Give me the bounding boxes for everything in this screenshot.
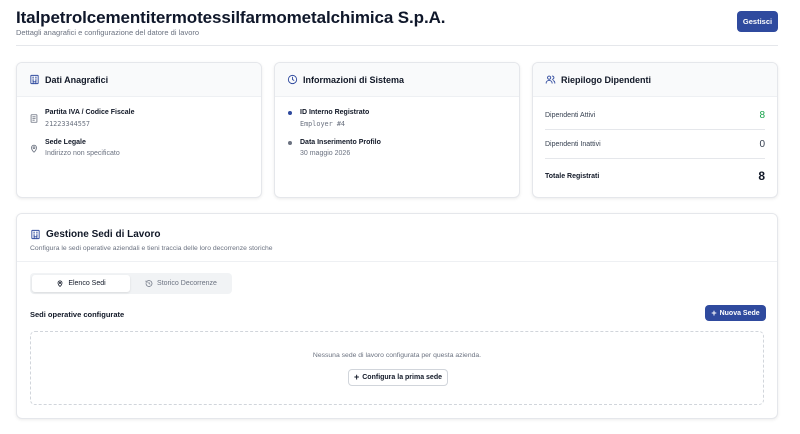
date-label: Data Inserimento Profilo [300, 139, 381, 146]
users-icon [545, 74, 556, 85]
configure-first-sede-button[interactable]: + Configura la prima sede [348, 369, 448, 386]
page-subtitle: Dettagli anagrafici e configurazione del… [16, 28, 200, 37]
tab-label: Storico Decorrenze [157, 280, 217, 287]
building-icon [29, 74, 40, 85]
card-gestione-sedi: Gestione Sedi di Lavoro Configura le sed… [16, 213, 778, 419]
clock-icon [287, 74, 298, 85]
map-pin-icon [29, 139, 39, 157]
configure-first-label: Configura la prima sede [362, 374, 442, 381]
active-value: 8 [759, 110, 765, 121]
manage-button[interactable]: Gestisci [737, 11, 778, 32]
id-row: ID Interno Registrato Employer #4 [287, 109, 369, 128]
card-riepilogo-dipendenti: Riepilogo Dipendenti Dipendenti Attivi 8… [532, 62, 778, 198]
card-dati-anagrafici: Dati Anagrafici Partita IVA / Codice Fis… [16, 62, 262, 198]
plus-icon: + [711, 307, 717, 318]
new-sede-button[interactable]: + Nuova Sede [705, 305, 766, 321]
status-dot-gray [288, 141, 292, 145]
card-header: Riepilogo Dipendenti [533, 63, 777, 97]
card-title: Riepilogo Dipendenti [561, 74, 651, 85]
section-subtitle: Configura le sedi operative aziendali e … [30, 245, 273, 252]
total-label: Totale Registrati [545, 172, 600, 180]
card-title: Informazioni di Sistema [303, 74, 405, 85]
card-informazioni-sistema: Informazioni di Sistema ID Interno Regis… [274, 62, 520, 198]
map-pin-icon [56, 279, 64, 288]
seat-label: Sede Legale [45, 139, 86, 146]
date-value: 30 maggio 2026 [300, 150, 351, 157]
new-sede-label: Nuova Sede [719, 309, 760, 317]
section-title: Gestione Sedi di Lavoro [46, 229, 161, 240]
tab-storico-decorrenze[interactable]: Storico Decorrenze [132, 275, 230, 292]
date-row: Data Inserimento Profilo 30 maggio 2026 [287, 139, 381, 157]
page-title: Italpetrolcementitermotessilfarmometalch… [16, 8, 446, 27]
inactive-row: Dipendenti Inattivi 0 [545, 139, 765, 150]
active-label: Dipendenti Attivi [545, 112, 596, 119]
card-header: Dati Anagrafici [17, 63, 261, 97]
tab-elenco-sedi[interactable]: Elenco Sedi [32, 275, 130, 292]
empty-state: Nessuna sede di lavoro configurata per q… [30, 331, 764, 405]
document-icon [29, 109, 39, 128]
building-icon [30, 229, 41, 240]
inactive-label: Dipendenti Inattivi [545, 141, 601, 148]
card-header: Informazioni di Sistema [275, 63, 519, 97]
card-title: Dati Anagrafici [45, 74, 109, 85]
divider [545, 158, 765, 159]
section-header: Gestione Sedi di Lavoro Configura le sed… [17, 214, 777, 262]
inactive-value: 0 [759, 139, 765, 150]
vat-value: 21223344557 [45, 120, 91, 128]
seat-value: Indirizzo non specificato [45, 150, 120, 157]
vat-label: Partita IVA / Codice Fiscale [45, 109, 135, 116]
tab-label: Elenco Sedi [68, 280, 106, 287]
plus-icon: + [353, 372, 360, 382]
vat-row: Partita IVA / Codice Fiscale 21223344557 [29, 109, 134, 128]
empty-text: Nessuna sede di lavoro configurata per q… [312, 352, 482, 359]
seat-row: Sede Legale Indirizzo non specificato [29, 139, 120, 157]
active-row: Dipendenti Attivi 8 [545, 110, 765, 121]
total-value: 8 [758, 169, 765, 183]
history-icon [145, 279, 153, 288]
tab-bar: Elenco Sedi Storico Decorrenze [30, 273, 232, 294]
status-dot-blue [288, 111, 292, 115]
id-label: ID Interno Registrato [300, 109, 370, 116]
id-value: Employer #4 [300, 120, 346, 128]
divider [545, 129, 765, 130]
page-header: Italpetrolcementitermotessilfarmometalch… [16, 8, 778, 46]
list-label: Sedi operative configurate [30, 310, 125, 319]
total-row: Totale Registrati 8 [545, 169, 765, 183]
